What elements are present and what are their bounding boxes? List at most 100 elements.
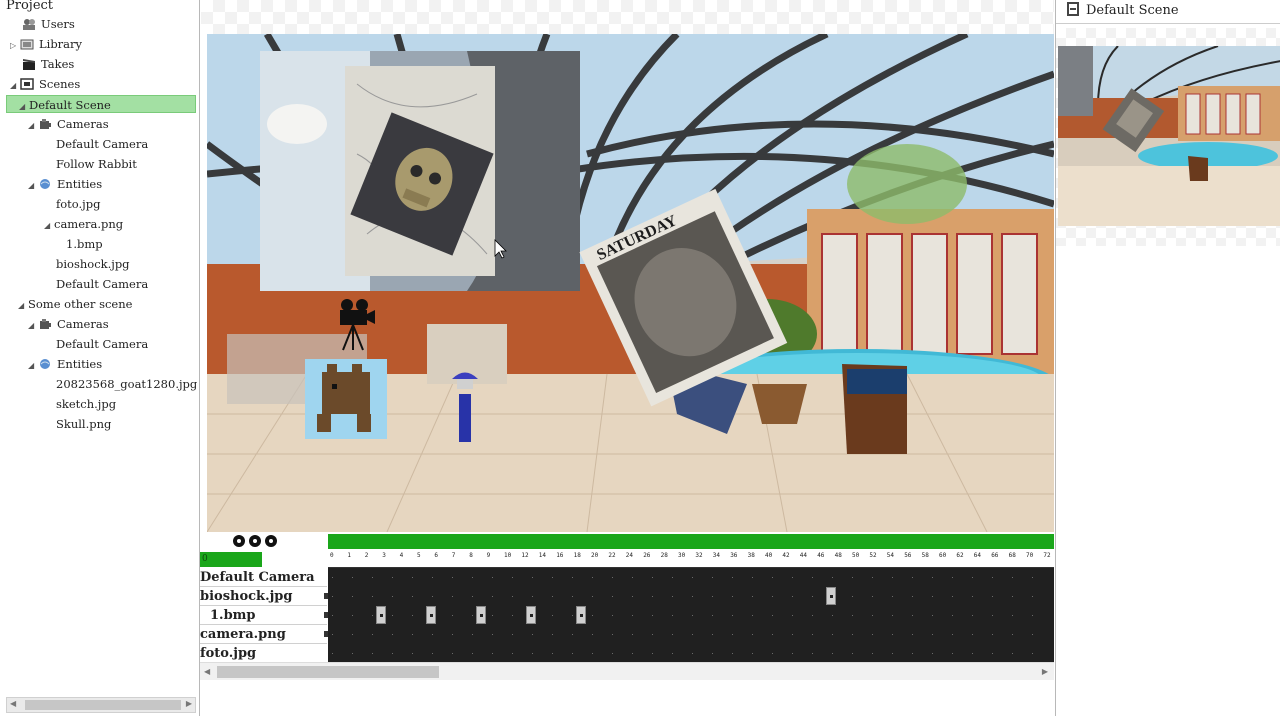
- grid-dot: [732, 653, 733, 654]
- timeline-ruler[interactable]: 0 1 2 3 4 5 6 7 8 9 10 12 14 16 18 20 22 24 26 28 30 32 34 36 38…: [328, 550, 1054, 568]
- scroll-left-icon[interactable]: ◀: [204, 667, 210, 676]
- grid-dot: [912, 577, 913, 578]
- tree-item[interactable]: ◢ Default Scene: [6, 95, 196, 113]
- track-label-text: bioshock.jpg: [200, 589, 293, 604]
- project-title: Project: [6, 0, 54, 13]
- play-button[interactable]: [233, 535, 245, 547]
- grid-dot: [992, 634, 993, 635]
- track-label[interactable]: 1.bmp: [200, 606, 328, 625]
- tree-item-label: Entities: [57, 177, 103, 191]
- goat-photo[interactable]: [260, 51, 580, 291]
- timeline-scroll-thumb[interactable]: [217, 666, 439, 678]
- camera-icon: [38, 117, 52, 129]
- grid-dot: [772, 577, 773, 578]
- scroll-left-icon[interactable]: ◀: [10, 699, 16, 708]
- scene-canvas[interactable]: SATURDAY: [207, 34, 1054, 532]
- timeline-tracks[interactable]: [328, 568, 1054, 662]
- grid-dot: [972, 634, 973, 635]
- collapse-arrow-icon[interactable]: ◢: [28, 317, 38, 335]
- keyframe[interactable]: [426, 606, 436, 624]
- grid-dot: [432, 596, 433, 597]
- grid-dot: [872, 653, 873, 654]
- grid-dot: [532, 577, 533, 578]
- ruler-tick-label: 66: [991, 552, 999, 559]
- grid-dot: [472, 596, 473, 597]
- preview-header: Default Scene: [1056, 0, 1280, 24]
- grid-dot: [652, 653, 653, 654]
- grid-dot: [952, 615, 953, 616]
- keyframe[interactable]: [826, 587, 836, 605]
- timeline-progress-bar[interactable]: [328, 534, 1054, 549]
- grid-dot: [792, 615, 793, 616]
- grid-dot: [512, 596, 513, 597]
- ruler-tick-label: 12: [521, 552, 529, 559]
- tree-item-label: foto.jpg: [56, 197, 101, 211]
- ruler-tick-label: 8: [469, 552, 473, 559]
- track-label[interactable]: Default Camera: [200, 568, 327, 587]
- keyframe[interactable]: [526, 606, 536, 624]
- pixel-rabbit-sprite[interactable]: [305, 359, 387, 439]
- project-panel: Project Users ▷ Library Takes ◢ Scenes ◢ Defaul…: [0, 0, 200, 716]
- track-label[interactable]: camera.png: [200, 625, 328, 644]
- grid-dot: [912, 653, 913, 654]
- grid-dot: [732, 596, 733, 597]
- grid-dot: [972, 596, 973, 597]
- collapse-arrow-icon[interactable]: ◢: [28, 117, 38, 135]
- grid-dot: [1012, 577, 1013, 578]
- grid-dot: [792, 653, 793, 654]
- collapse-arrow-icon[interactable]: ◢: [44, 217, 54, 235]
- collapse-arrow-icon[interactable]: ◢: [18, 297, 28, 315]
- grid-dot: [632, 596, 633, 597]
- grid-dot: [612, 577, 613, 578]
- tree-item-label: Some other scene: [28, 297, 133, 311]
- expand-arrow-icon[interactable]: ▷: [10, 37, 20, 55]
- ruler-tick-label: 44: [799, 552, 808, 559]
- ruler-tick-label: 46: [817, 552, 825, 559]
- camera-icon: [38, 317, 52, 329]
- users-icon: [22, 17, 36, 30]
- grid-dot: [332, 615, 333, 616]
- ruler-tick-label: 0: [330, 552, 334, 559]
- grid-dot: [452, 577, 453, 578]
- grid-dot: [852, 596, 853, 597]
- grid-dot: [992, 653, 993, 654]
- keyframe[interactable]: [376, 606, 386, 624]
- grid-dot: [492, 615, 493, 616]
- collapse-arrow-icon[interactable]: ◢: [28, 357, 38, 375]
- grid-dot: [712, 596, 713, 597]
- stop-button[interactable]: [265, 535, 277, 547]
- preview-panel: Default Scene: [1055, 0, 1280, 716]
- grid-dot: [772, 596, 773, 597]
- grid-dot: [612, 634, 613, 635]
- tree-scroll-thumb[interactable]: [25, 700, 181, 710]
- grid-dot: [672, 577, 673, 578]
- preview-title: Default Scene: [1086, 3, 1179, 18]
- ruler-tick-label: 70: [1026, 552, 1034, 559]
- grid-dot: [392, 653, 393, 654]
- keyframe[interactable]: [576, 606, 586, 624]
- tree-horizontal-scrollbar[interactable]: ◀ ▶: [6, 697, 196, 713]
- transport-controls: [200, 532, 327, 550]
- collapse-arrow-icon[interactable]: ◢: [28, 177, 38, 195]
- scroll-right-icon[interactable]: ▶: [186, 699, 192, 708]
- grid-dot: [412, 615, 413, 616]
- ruler-tick-label: 14: [538, 552, 547, 559]
- scene-preview-thumbnail[interactable]: [1058, 46, 1280, 226]
- scroll-right-icon[interactable]: ▶: [1042, 667, 1048, 676]
- pause-button[interactable]: [249, 535, 261, 547]
- grid-dot: [652, 634, 653, 635]
- ruler-tick-label: 62: [956, 552, 964, 559]
- keyframe[interactable]: [476, 606, 486, 624]
- ruler-tick-label: 32: [695, 552, 703, 559]
- collapse-arrow-icon[interactable]: ◢: [10, 77, 20, 95]
- grid-dot: [492, 653, 493, 654]
- grid-dot: [412, 596, 413, 597]
- track-label[interactable]: bioshock.jpg: [200, 587, 328, 606]
- grid-dot: [812, 596, 813, 597]
- timeline-horizontal-scrollbar[interactable]: ◀ ▶: [200, 662, 1054, 680]
- grid-dot: [392, 615, 393, 616]
- track-label[interactable]: foto.jpg: [200, 644, 327, 663]
- ruler-tick-label: 54: [886, 552, 895, 559]
- collapse-arrow-icon[interactable]: ◢: [19, 98, 29, 116]
- grid-dot: [772, 634, 773, 635]
